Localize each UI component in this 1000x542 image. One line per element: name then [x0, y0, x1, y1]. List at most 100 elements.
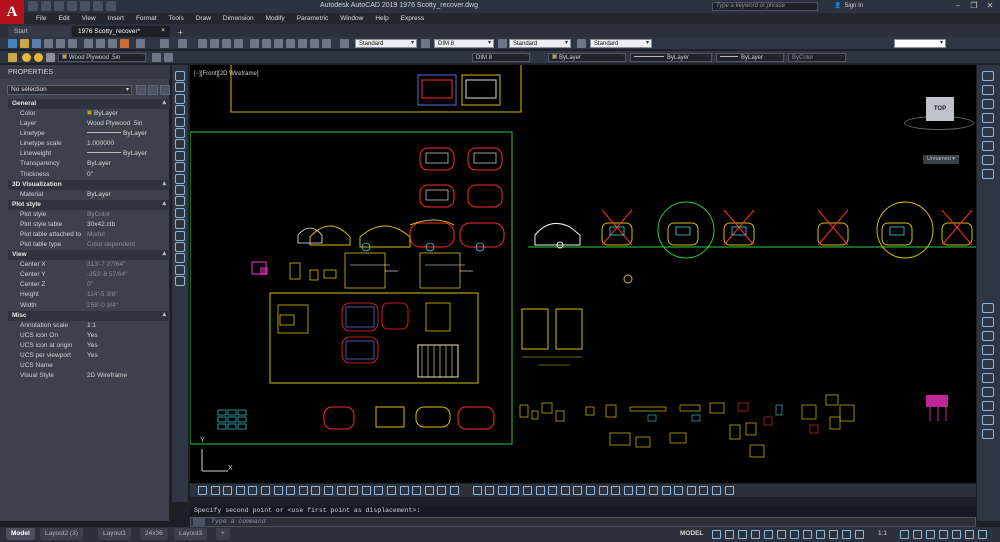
- tool-icon[interactable]: [623, 486, 633, 495]
- tool-icon[interactable]: [485, 486, 495, 495]
- offset-icon[interactable]: [982, 113, 994, 123]
- undo-icon[interactable]: [93, 1, 103, 11]
- tool-icon[interactable]: [361, 486, 371, 495]
- drawing-area[interactable]: Y X: [190, 65, 976, 483]
- open-icon[interactable]: [41, 1, 51, 11]
- plotstyle-select[interactable]: ByColor: [788, 53, 846, 62]
- selection-cycling-icon[interactable]: [816, 530, 825, 539]
- open-icon[interactable]: [20, 39, 29, 48]
- region-icon[interactable]: [175, 242, 185, 252]
- pan-icon[interactable]: [198, 39, 207, 48]
- tool-icon[interactable]: [399, 486, 409, 495]
- property-row[interactable]: Height 114'-5 3/8": [8, 290, 170, 300]
- tool-icon[interactable]: [611, 486, 621, 495]
- point-icon[interactable]: [175, 207, 185, 218]
- design-center-icon[interactable]: [262, 39, 271, 48]
- trim-icon[interactable]: [982, 317, 994, 327]
- viewport-controls[interactable]: [−][Front][2D Wireframe]: [194, 71, 259, 77]
- property-row[interactable]: UCS icon On Yes: [8, 331, 170, 341]
- wcs-menu[interactable]: Unnamed ▾: [923, 155, 959, 164]
- tool-icon[interactable]: [472, 486, 482, 495]
- help-icon[interactable]: [322, 39, 331, 48]
- ellipse-icon[interactable]: [175, 162, 185, 173]
- sign-in-area[interactable]: 👤 Sign In: [834, 2, 863, 10]
- property-row[interactable]: Width 258'-0 3/4": [8, 301, 170, 311]
- tool-icon[interactable]: [699, 486, 709, 495]
- layout-tab-model[interactable]: Model: [6, 528, 35, 540]
- tool-icon[interactable]: [324, 486, 333, 495]
- save-icon[interactable]: [32, 39, 41, 48]
- zoom-previous-icon[interactable]: [234, 39, 243, 48]
- tool-icon[interactable]: [674, 486, 684, 495]
- text-style-select[interactable]: Standard: [355, 39, 417, 48]
- join-icon[interactable]: [982, 373, 994, 383]
- property-row[interactable]: Plot table type Color dependent: [8, 240, 170, 250]
- close-icon[interactable]: ✕: [982, 0, 998, 12]
- cut-icon[interactable]: [84, 39, 93, 48]
- mtext-icon[interactable]: [175, 264, 185, 275]
- add-layout-button[interactable]: +: [216, 528, 230, 540]
- polygon-icon[interactable]: [175, 93, 185, 104]
- menu-modify[interactable]: Modify: [260, 15, 291, 22]
- maximize-icon[interactable]: ❐: [966, 0, 982, 12]
- property-row[interactable]: Center Z 0": [8, 280, 170, 290]
- isolate-icon[interactable]: [939, 530, 948, 539]
- dim-style-select-2[interactable]: DIM 8: [472, 53, 530, 62]
- tool-icon[interactable]: [261, 486, 270, 495]
- tool-icon[interactable]: [349, 486, 359, 495]
- mirror-icon[interactable]: [982, 99, 994, 109]
- tab-start[interactable]: Start: [8, 26, 70, 37]
- tool-icon[interactable]: [636, 486, 646, 495]
- property-row[interactable]: Thickness 0": [8, 170, 170, 180]
- property-row[interactable]: Lineweight ByLayer: [8, 149, 170, 159]
- polar-icon[interactable]: [751, 530, 760, 539]
- tool-icon[interactable]: [248, 486, 258, 495]
- extend-icon[interactable]: [982, 331, 994, 341]
- menu-dimension[interactable]: Dimension: [217, 15, 260, 22]
- workspace-select[interactable]: [894, 39, 946, 48]
- color-select[interactable]: ByLayer: [548, 53, 626, 62]
- command-customize-icon[interactable]: [193, 518, 205, 526]
- tool-icon[interactable]: [387, 486, 396, 495]
- layer-select[interactable]: Wood Plywood .5in: [58, 53, 146, 62]
- property-row[interactable]: Plot table attached to Model: [8, 230, 170, 240]
- property-row[interactable]: Linetype scale 1.000000: [8, 139, 170, 149]
- match-properties-icon[interactable]: [120, 39, 129, 48]
- line-icon[interactable]: [175, 71, 185, 81]
- copy-icon[interactable]: [982, 85, 994, 95]
- tool-icon[interactable]: [649, 486, 658, 495]
- bulb-icon[interactable]: [22, 53, 31, 62]
- menu-express[interactable]: Express: [395, 15, 430, 22]
- quick-select-icon[interactable]: [160, 85, 170, 95]
- menu-view[interactable]: View: [76, 15, 102, 22]
- plot-icon[interactable]: [80, 1, 90, 11]
- spline-icon[interactable]: [175, 150, 185, 161]
- tool-icon[interactable]: [286, 486, 296, 495]
- stretch-icon[interactable]: [982, 303, 994, 313]
- tool-icon[interactable]: [686, 486, 696, 495]
- quickcalc-icon[interactable]: [310, 39, 319, 48]
- redo-icon[interactable]: [178, 39, 187, 48]
- auto-scale-icon[interactable]: [842, 530, 851, 539]
- tool-icon[interactable]: [586, 486, 595, 495]
- make-block-icon[interactable]: [175, 196, 185, 207]
- selection-select[interactable]: No selection: [7, 85, 132, 95]
- saveas-icon[interactable]: [67, 1, 77, 11]
- layout-tab-layout1[interactable]: Layout1: [98, 528, 132, 540]
- tool-icon[interactable]: [548, 486, 558, 495]
- arc-icon[interactable]: [175, 116, 185, 127]
- section-3d-visualization[interactable]: 3D Visualization: [8, 179, 170, 190]
- block-editor-icon[interactable]: [136, 39, 145, 48]
- tool-icon[interactable]: [598, 486, 608, 495]
- make-current-icon[interactable]: [152, 53, 161, 62]
- polyline-icon[interactable]: [175, 82, 185, 93]
- erase-icon[interactable]: [982, 71, 994, 81]
- tool-icon[interactable]: [510, 486, 520, 495]
- scale-icon[interactable]: [982, 169, 994, 179]
- tool-icon[interactable]: [560, 486, 570, 495]
- rectangle-icon[interactable]: [175, 105, 185, 116]
- rotate-icon[interactable]: [982, 155, 994, 165]
- osnap-icon[interactable]: [764, 530, 773, 539]
- property-row[interactable]: Linetype ByLayer: [8, 129, 170, 139]
- property-row[interactable]: UCS icon at origin Yes: [8, 341, 170, 351]
